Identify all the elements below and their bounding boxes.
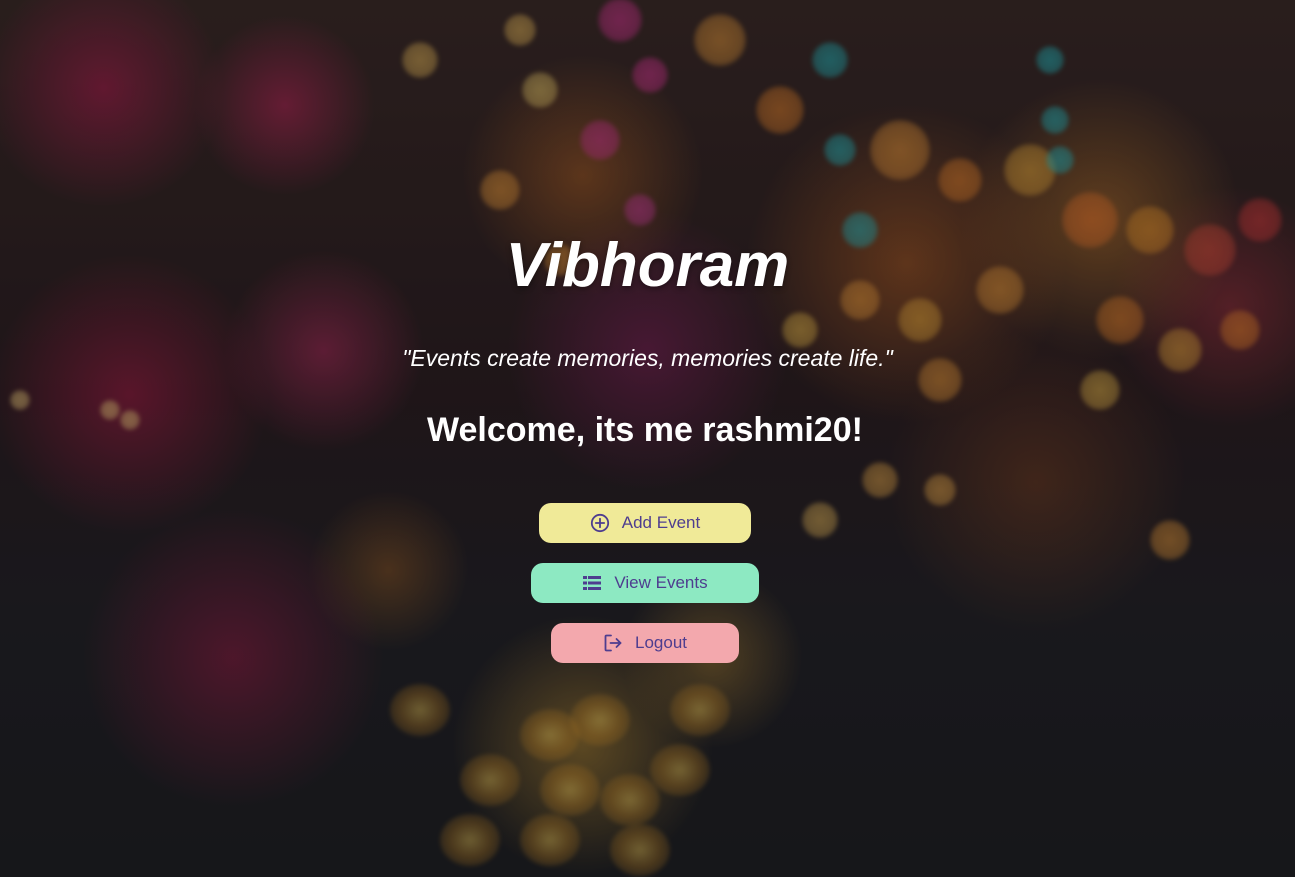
logout-button[interactable]: Logout: [551, 623, 739, 663]
welcome-message: Welcome, its me rashmi20!: [427, 411, 863, 449]
landing-page: Vibhoram "Events create memories, memori…: [0, 0, 1295, 877]
plus-circle-icon: [590, 513, 610, 533]
add-event-label: Add Event: [621, 513, 701, 532]
tagline: "Events create memories, memories create…: [402, 345, 893, 371]
list-icon: [582, 573, 602, 593]
view-events-label: View Events: [614, 573, 708, 592]
app-title: Vibhoram: [505, 231, 790, 300]
logout-label: Logout: [635, 633, 687, 652]
logout-icon: [603, 633, 623, 653]
hero-content: Vibhoram "Events create memories, memori…: [0, 0, 1295, 877]
add-event-button[interactable]: Add Event: [539, 503, 751, 543]
view-events-button[interactable]: View Events: [531, 563, 759, 603]
